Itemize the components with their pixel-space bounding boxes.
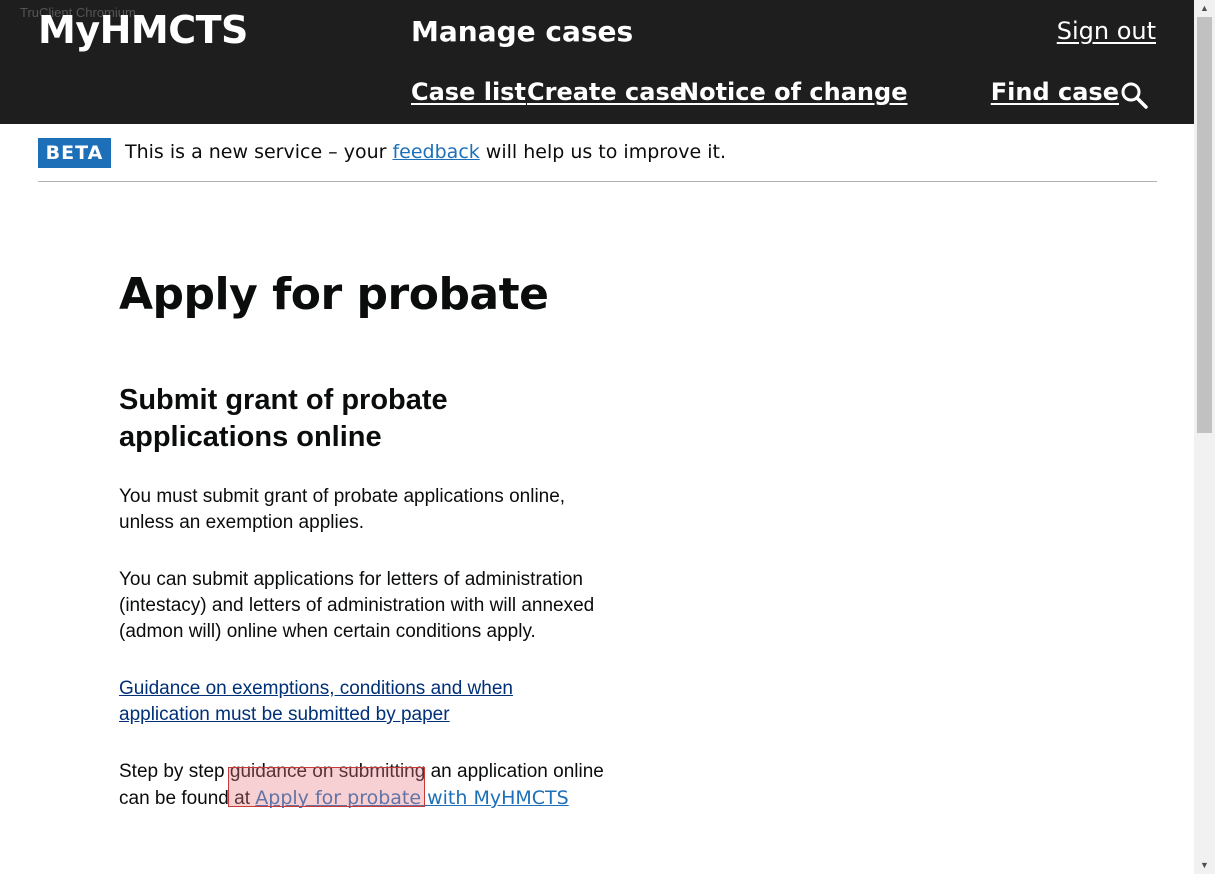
next-heading-cut-off [119, 862, 127, 874]
site-header: TruClient Chromium MyHMCTS Manage cases … [0, 0, 1194, 124]
guidance-exemptions-link[interactable]: Guidance on exemptions, conditions and w… [119, 678, 513, 725]
beta-text-after: will help us to improve it. [479, 141, 727, 163]
nav-create-case[interactable]: Create case [527, 78, 686, 106]
nav-case-list[interactable]: Case list [411, 78, 526, 106]
beta-banner-text: This is a new service – your feedback wi… [125, 141, 726, 163]
nav-notice-of-change[interactable]: Notice of change [679, 78, 907, 106]
scrollbar-thumb[interactable] [1197, 17, 1212, 433]
vertical-scrollbar[interactable]: ▲ ▼ [1194, 0, 1215, 874]
section-heading: Submit grant of probate applications onl… [119, 384, 448, 453]
highlight-overlay [228, 767, 425, 807]
feedback-link[interactable]: feedback [392, 141, 479, 163]
myhmcts-logo[interactable]: MyHMCTS [38, 8, 248, 52]
service-name[interactable]: Manage cases [411, 15, 633, 48]
main-content: Apply for probate Submit grant of probat… [119, 268, 619, 812]
page-title: Apply for probate [119, 269, 549, 320]
scroll-up-arrow-icon[interactable]: ▲ [1194, 0, 1215, 17]
page: TruClient Chromium MyHMCTS Manage cases … [0, 0, 1215, 874]
guidance-paragraph: Guidance on exemptions, conditions and w… [119, 676, 539, 728]
beta-text-before: This is a new service – your [125, 141, 393, 163]
nav-find-case[interactable]: Find case [991, 78, 1119, 106]
paragraph-must-submit: You must submit grant of probate applica… [119, 486, 566, 533]
beta-banner: BETA This is a new service – your feedba… [38, 138, 1157, 182]
paragraph-letters-of-administration: You can submit applications for letters … [119, 569, 595, 642]
scroll-down-arrow-icon[interactable]: ▼ [1194, 857, 1215, 874]
beta-tag: BETA [38, 138, 111, 168]
search-icon[interactable] [1120, 81, 1148, 109]
sign-out-link[interactable]: Sign out [1057, 17, 1156, 45]
